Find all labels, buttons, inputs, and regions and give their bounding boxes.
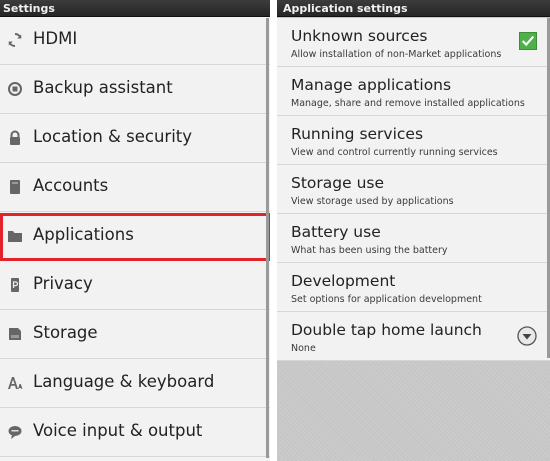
unknown-sources-checkbox[interactable] (519, 32, 537, 50)
settings-item-voice-input-output[interactable]: Voice input & output (0, 409, 270, 457)
settings-item-backup-assistant[interactable]: Backup assistant (0, 66, 270, 114)
empty-background (277, 361, 550, 461)
settings-item-label: Language & keyboard (33, 372, 215, 391)
app-setting-title: Running services (291, 125, 424, 143)
settings-title: Settings (0, 0, 270, 17)
app-setting-running-services[interactable]: Running services View and control curren… (277, 116, 550, 165)
backup-icon (8, 82, 22, 96)
app-setting-storage-use[interactable]: Storage use View storage used by applica… (277, 165, 550, 214)
settings-item-hdmi[interactable]: HDMI (0, 17, 270, 65)
app-setting-title: Double tap home launch (291, 321, 482, 339)
settings-item-label: Voice input & output (33, 421, 203, 440)
language-icon (8, 377, 23, 389)
app-setting-title: Development (291, 272, 396, 290)
app-setting-summary: View storage used by applications (291, 196, 454, 207)
app-setting-unknown-sources[interactable]: Unknown sources Allow installation of no… (277, 18, 550, 67)
settings-scrollbar[interactable] (266, 18, 269, 458)
storage-icon (9, 328, 21, 340)
privacy-icon (11, 278, 19, 292)
application-settings-list: Unknown sources Allow installation of no… (277, 18, 550, 361)
dropdown-arrow-icon[interactable] (517, 326, 537, 346)
app-setting-title: Manage applications (291, 76, 452, 94)
settings-item-label: HDMI (33, 29, 78, 48)
settings-item-location-security[interactable]: Location & security (0, 115, 270, 163)
app-setting-development[interactable]: Development Set options for application … (277, 263, 550, 312)
app-setting-manage-applications[interactable]: Manage applications Manage, share and re… (277, 67, 550, 116)
app-setting-summary: Allow installation of non-Market applica… (291, 49, 502, 60)
settings-panel: Settings HDMI Backup assistant Location … (0, 0, 270, 461)
settings-item-label: Applications (33, 225, 134, 244)
folder-icon (8, 231, 22, 242)
app-setting-title: Storage use (291, 174, 385, 192)
app-setting-double-tap-home-launch[interactable]: Double tap home launch None (277, 312, 550, 361)
settings-item-label: Storage (33, 323, 98, 342)
settings-item-privacy[interactable]: Privacy (0, 262, 270, 310)
settings-item-language-keyboard[interactable]: Language & keyboard (0, 360, 270, 408)
sync-icon (8, 32, 22, 48)
settings-item-label: Privacy (33, 274, 93, 293)
application-settings-panel: Application settings Unknown sources All… (277, 0, 550, 461)
accounts-icon (10, 180, 20, 194)
app-setting-summary: Set options for application development (291, 294, 482, 305)
settings-item-label: Backup assistant (33, 78, 173, 97)
app-setting-summary: View and control currently running servi… (291, 147, 498, 158)
checkmark-icon (521, 35, 535, 47)
application-settings-title: Application settings (277, 0, 550, 17)
app-setting-battery-use[interactable]: Battery use What has been using the batt… (277, 214, 550, 263)
app-setting-summary: What has been using the battery (291, 245, 448, 256)
app-setting-title: Battery use (291, 223, 381, 241)
settings-item-storage[interactable]: Storage (0, 311, 270, 359)
settings-item-label: Accounts (33, 176, 109, 195)
settings-item-accounts[interactable]: Accounts (0, 164, 270, 212)
settings-item-applications[interactable]: Applications (0, 213, 270, 261)
app-setting-title: Unknown sources (291, 27, 428, 45)
lock-icon (10, 130, 20, 145)
settings-item-label: Location & security (33, 127, 193, 146)
app-setting-summary: Manage, share and remove installed appli… (291, 98, 525, 109)
speech-bubble-icon (8, 426, 22, 439)
app-setting-summary: None (291, 343, 316, 354)
